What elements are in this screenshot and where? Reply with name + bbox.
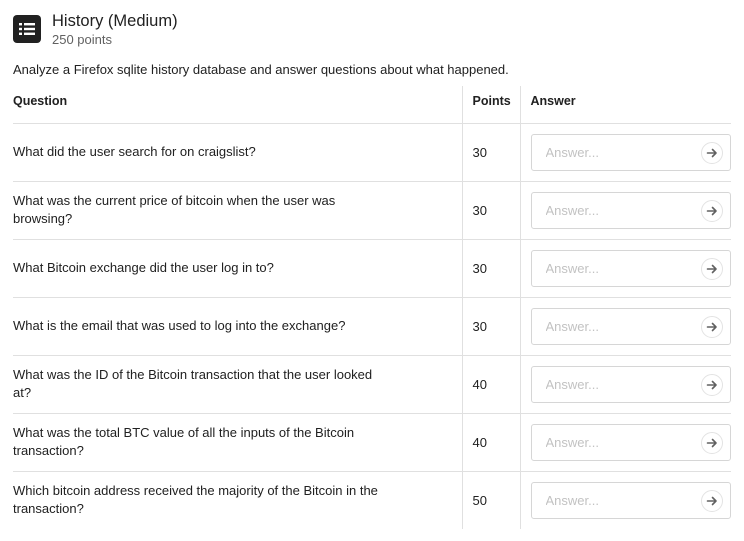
challenge-header: History (Medium) 250 points: [13, 10, 178, 50]
question-text: What Bitcoin exchange did the user log i…: [13, 260, 274, 275]
table-row: What was the total BTC value of all the …: [13, 413, 731, 472]
submit-answer-button[interactable]: [700, 489, 723, 512]
answer-input[interactable]: [531, 424, 696, 460]
answer-cell: [519, 413, 731, 472]
arrow-right-icon: [706, 206, 717, 215]
submit-answer-button[interactable]: [700, 257, 723, 280]
arrow-right-icon: [706, 438, 717, 447]
questions-table: Question Points Answer What did the user…: [13, 86, 731, 529]
question-cell: What is the email that was used to log i…: [13, 297, 462, 356]
table-row: What was the current price of bitcoin wh…: [13, 181, 731, 240]
question-text: What is the email that was used to log i…: [13, 318, 346, 333]
answer-cell: [519, 297, 731, 356]
question-text: What was the total BTC value of all the …: [13, 425, 355, 458]
submit-answer-button[interactable]: [700, 199, 723, 222]
arrow-right-icon: [706, 148, 717, 157]
answer-field: [530, 249, 731, 287]
points-cell: 40: [461, 355, 520, 414]
answer-cell: [519, 471, 731, 529]
answer-column-header: Answer: [519, 86, 731, 124]
table-row: Which bitcoin address received the major…: [13, 471, 731, 529]
points-cell: 40: [461, 413, 520, 472]
question-text: What was the current price of bitcoin wh…: [13, 193, 336, 226]
arrow-right-icon: [706, 322, 717, 331]
answer-field: [530, 423, 731, 461]
arrow-right-icon: [706, 380, 717, 389]
list-icon: [13, 15, 41, 43]
answer-input[interactable]: [531, 482, 696, 518]
points-cell: 30: [461, 123, 520, 182]
table-row: What was the ID of the Bitcoin transacti…: [13, 355, 731, 414]
points-cell: 30: [461, 181, 520, 240]
points-cell: 50: [461, 471, 520, 529]
question-text: What did the user search for on craigsli…: [13, 144, 256, 159]
submit-answer-button[interactable]: [700, 431, 723, 454]
answer-cell: [519, 123, 731, 182]
table-header-row: Question Points Answer: [13, 86, 731, 124]
answer-field: [530, 481, 731, 519]
answer-field: [530, 307, 731, 345]
answer-cell: [519, 181, 731, 240]
points-cell: 30: [461, 297, 520, 356]
question-cell: What was the current price of bitcoin wh…: [13, 181, 462, 240]
submit-answer-button[interactable]: [700, 373, 723, 396]
answer-input[interactable]: [531, 192, 696, 228]
challenge-description: Analyze a Firefox sqlite history databas…: [13, 62, 509, 77]
question-text: What was the ID of the Bitcoin transacti…: [13, 367, 373, 400]
submit-answer-button[interactable]: [700, 315, 723, 338]
table-row: What did the user search for on craigsli…: [13, 123, 731, 182]
points-column-header: Points: [461, 86, 520, 124]
answer-cell: [519, 239, 731, 298]
question-cell: What was the ID of the Bitcoin transacti…: [13, 355, 462, 414]
question-cell: What was the total BTC value of all the …: [13, 413, 462, 472]
answer-field: [530, 365, 731, 403]
question-cell: What Bitcoin exchange did the user log i…: [13, 239, 462, 298]
question-cell: Which bitcoin address received the major…: [13, 471, 462, 529]
answer-input[interactable]: [531, 366, 696, 402]
answer-input[interactable]: [531, 250, 696, 286]
table-row: What is the email that was used to log i…: [13, 297, 731, 356]
challenge-title: History (Medium): [52, 12, 178, 30]
question-text: Which bitcoin address received the major…: [13, 483, 378, 517]
arrow-right-icon: [706, 496, 717, 506]
challenge-points: 250 points: [52, 32, 112, 47]
arrow-right-icon: [706, 264, 717, 273]
question-column-header: Question: [13, 86, 462, 124]
points-cell: 30: [461, 239, 520, 298]
table-row: What Bitcoin exchange did the user log i…: [13, 239, 731, 298]
questions-table-body: What did the user search for on craigsli…: [13, 123, 731, 529]
answer-field: [530, 191, 731, 229]
submit-answer-button[interactable]: [700, 141, 723, 164]
answer-input[interactable]: [531, 134, 696, 170]
question-cell: What did the user search for on craigsli…: [13, 123, 462, 182]
answer-field: [530, 133, 731, 171]
answer-input[interactable]: [531, 308, 696, 344]
answer-cell: [519, 355, 731, 414]
